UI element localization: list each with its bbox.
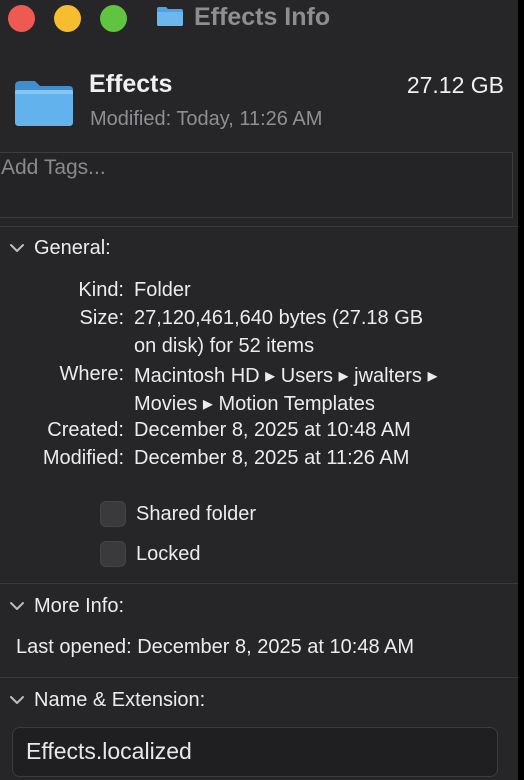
where-label: Where: <box>59 363 124 385</box>
kind-label: Kind: <box>78 279 124 301</box>
close-button[interactable] <box>8 5 35 32</box>
divider <box>0 677 518 678</box>
created-value: December 8, 2025 at 10:48 AM <box>134 419 411 441</box>
tags-input[interactable] <box>1 156 501 180</box>
item-name: Effects <box>89 70 173 98</box>
folder-icon <box>157 7 183 26</box>
size-value-line1: 27,120,461,640 bytes (27.18 GB <box>134 307 424 329</box>
section-name-extension-toggle[interactable]: Name & Extension: <box>8 686 205 714</box>
where-value-line1: Macintosh HD ▸ Users ▸ jwalters ▸ <box>134 365 438 387</box>
chevron-down-icon <box>10 244 24 252</box>
chevron-down-icon <box>10 696 24 704</box>
item-size: 27.12 GB <box>406 72 504 98</box>
where-value-line2: Movies ▸ Motion Templates <box>134 393 375 415</box>
divider <box>0 583 518 584</box>
name-extension-input[interactable] <box>26 738 476 765</box>
section-more-info-toggle[interactable]: More Info: <box>8 592 124 620</box>
shared-folder-checkbox[interactable] <box>100 501 126 527</box>
section-general-label: General: <box>34 236 111 259</box>
section-general-toggle[interactable]: General: <box>8 234 111 262</box>
last-opened-text: Last opened: December 8, 2025 at 10:48 A… <box>16 636 415 658</box>
size-value-line2: on disk) for 52 items <box>134 335 315 357</box>
item-modified: Modified: Today, 11:26 AM <box>90 108 323 130</box>
size-label: Size: <box>79 307 124 329</box>
zoom-button[interactable] <box>100 5 127 32</box>
kind-value: Folder <box>134 279 191 301</box>
minimize-button[interactable] <box>54 5 81 32</box>
locked-checkbox[interactable] <box>100 541 126 567</box>
chevron-down-icon <box>10 602 24 610</box>
locked-label[interactable]: Locked <box>136 543 201 566</box>
section-more-info-label: More Info: <box>34 594 125 617</box>
section-name-extension-label: Name & Extension: <box>34 688 206 711</box>
folder-icon <box>15 81 73 126</box>
title-bar[interactable]: Effects Info <box>0 0 518 38</box>
modified-label: Modified: <box>42 447 124 469</box>
shared-folder-label[interactable]: Shared folder <box>136 503 256 526</box>
window-edge <box>518 0 524 780</box>
window-title: Effects Info <box>194 3 331 31</box>
info-window: Effects Info Effects 27.12 GB Modified: … <box>0 0 524 780</box>
modified-value: December 8, 2025 at 11:26 AM <box>134 447 410 469</box>
created-label: Created: <box>47 419 124 441</box>
divider <box>0 226 518 227</box>
